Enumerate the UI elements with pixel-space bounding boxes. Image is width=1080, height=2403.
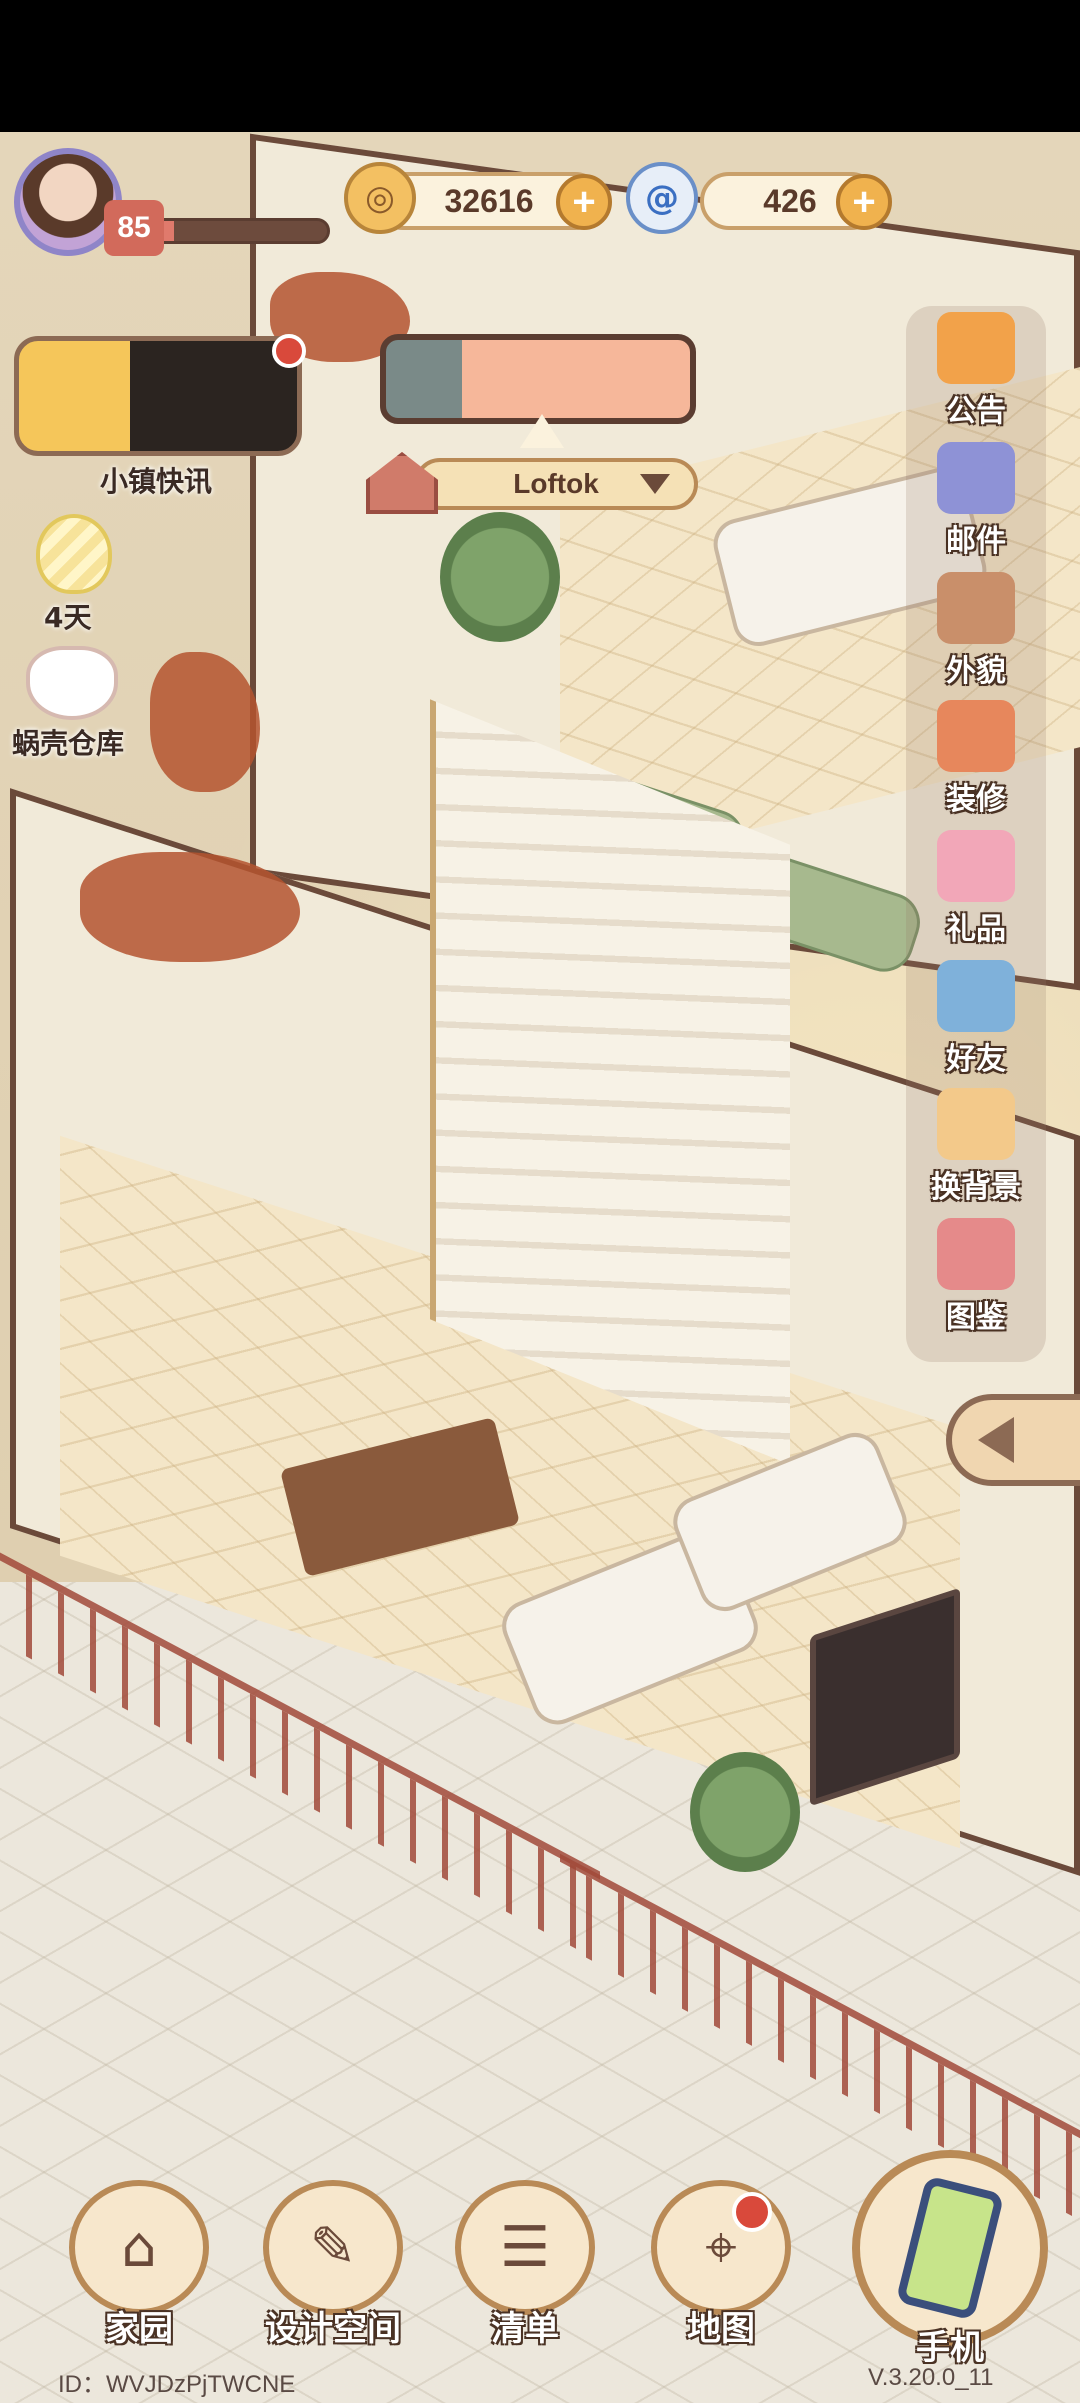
location-name: Loftok [513,468,599,499]
side-menu-item[interactable]: 礼品 [920,830,1032,954]
status-bar-area [0,0,1080,132]
town-news-label: 小镇快讯 [100,465,213,498]
bottom-nav-label: 地图 [687,2309,755,2349]
cat-storage-icon[interactable] [26,646,118,720]
autumn-branch-mid [150,652,260,792]
chevron-left-icon [978,1417,1014,1463]
bottom-nav-label: 设计空间 [265,2309,401,2349]
add-shells-button[interactable]: + [836,174,892,230]
side-menu-item[interactable]: 邮件 [920,442,1032,566]
side-menu-item[interactable]: 公告 [920,312,1032,436]
version-label: V.3.20.0_11 [868,2364,994,2391]
home-icon: ⌂ [69,2180,209,2315]
weather-panel[interactable] [380,334,696,424]
level-badge: 85 [104,200,164,256]
friends-icon [937,960,1015,1032]
map-notification-dot [732,2192,772,2232]
egg-event-icon[interactable] [36,514,112,594]
decorate-icon [937,700,1015,772]
bottom-nav-item[interactable]: ✎ 设计空间 [258,2180,408,2350]
xp-bar [150,218,330,244]
bottom-nav-item[interactable]: ⌖ 地图 [646,2180,796,2350]
side-menu-item[interactable]: 装修 [920,700,1032,824]
collapse-menu-button[interactable] [946,1394,1080,1486]
potted-plant-lower [690,1752,800,1872]
player-id: ID：WVJDzPjTWCNE [58,2371,296,2398]
catalog-icon [937,1218,1015,1290]
news-notification-dot [272,334,306,368]
map-pin-icon: ⌖ [651,2180,791,2315]
phone-button[interactable]: 手机 [850,2150,1050,2380]
storage-label: 蜗壳仓库 [12,727,125,760]
shell-value: 426 [763,182,817,219]
egg-timer-label: 4天 [44,601,92,634]
background-icon [937,1088,1015,1160]
side-menu-label: 公告 [946,394,1006,429]
announcement-icon [937,312,1015,384]
side-menu-item[interactable]: 换背景 [920,1088,1032,1212]
bottom-nav-item[interactable]: ⌂ 家园 [64,2180,214,2350]
side-menu-label: 礼品 [946,912,1006,947]
bottom-nav-label: 清单 [491,2309,559,2349]
town-news-card[interactable] [14,336,302,456]
list-icon: ☰ [455,2180,595,2315]
add-coins-button[interactable]: + [556,174,612,230]
bottom-nav-label: 家园 [105,2309,173,2349]
side-menu-label: 好友 [946,1042,1006,1077]
side-menu-item[interactable]: 好友 [920,960,1032,1084]
side-menu-item[interactable]: 图鉴 [920,1218,1032,1342]
phone-label: 手机 [916,2328,984,2368]
side-menu-item[interactable]: 外貌 [920,572,1032,696]
potted-plant-upper [440,512,560,642]
coin-value: 32616 [444,182,534,219]
coin-icon: ◎ [344,162,416,234]
swirl-shell-icon: @ [626,162,698,234]
appearance-icon [937,572,1015,644]
bottom-nav-item[interactable]: ☰ 清单 [450,2180,600,2350]
gift-icon [937,830,1015,902]
mail-icon [937,442,1015,514]
side-menu-label: 装修 [946,782,1006,817]
phone-icon [895,2175,1005,2321]
phone-circle [852,2150,1048,2346]
side-menu-label: 图鉴 [946,1300,1006,1335]
side-menu-label: 邮件 [946,524,1006,559]
design-space-icon: ✎ [263,2180,403,2315]
side-menu-label: 外貌 [946,654,1006,689]
side-menu-label: 换背景 [931,1170,1021,1205]
